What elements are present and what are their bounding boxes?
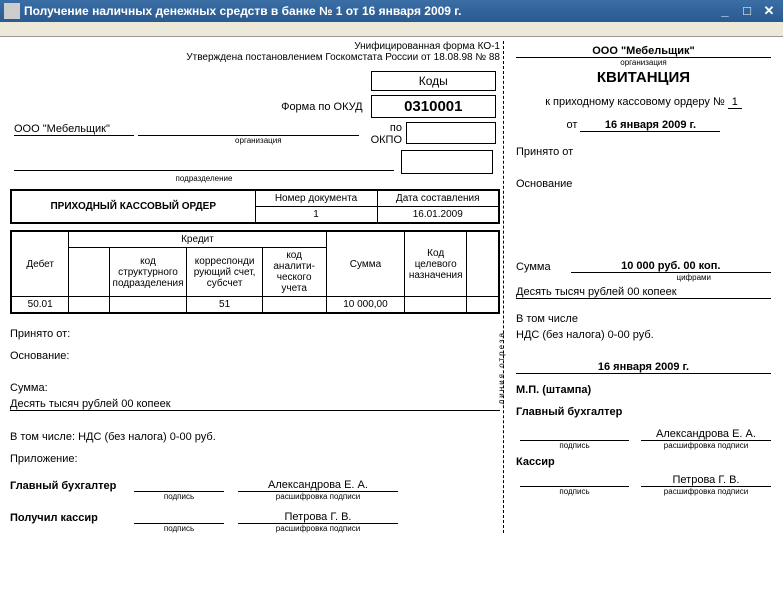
receipt: ООО "Мебельщик" организация КВИТАНЦИЯ к … xyxy=(508,41,771,533)
unified-form-line: Унифицированная форма КО-1 xyxy=(10,41,500,52)
date-label: Дата составления xyxy=(377,190,499,207)
maximize-button[interactable]: □ xyxy=(737,3,757,19)
receipt-basis-label: Основание xyxy=(516,178,771,190)
cell-anal xyxy=(262,297,326,314)
receipt-chief-acc: Главный бухгалтер xyxy=(516,406,771,418)
sum-label: Сумма: xyxy=(10,382,500,394)
dept-label: подразделение xyxy=(14,174,394,183)
approved-line: Утверждена постановлением Госкомстата Ро… xyxy=(10,52,500,63)
receipt-cashier: Кассир xyxy=(516,456,771,468)
received-from-label: Принято от: xyxy=(10,328,500,340)
org-name: ООО "Мебельщик" xyxy=(14,123,134,136)
receipt-org: ООО "Мебельщик" xyxy=(516,45,771,58)
chief-acc-label: Главный бухгалтер xyxy=(10,480,130,492)
receipt-order-num: 1 xyxy=(728,96,742,109)
col-credit: Кредит xyxy=(69,231,326,248)
receipt-title: КВИТАНЦИЯ xyxy=(516,69,771,86)
col-debit: Дебет xyxy=(11,231,69,297)
col-anal: код аналити- ческого учета xyxy=(262,248,326,297)
doc-date: 16.01.2009 xyxy=(377,207,499,224)
attach-label: Приложение: xyxy=(10,453,500,465)
accounting-table: Дебет Кредит Сумма Код целевого назначен… xyxy=(10,230,500,314)
order-form: Унифицированная форма КО-1 Утверждена по… xyxy=(10,41,500,533)
doc-num-label: Номер документа xyxy=(255,190,377,207)
receipt-chief-name: Александрова Е. А. xyxy=(641,428,771,441)
basis-label: Основание: xyxy=(10,350,500,362)
col-sum: Сумма xyxy=(326,231,405,297)
window-title: Получение наличных денежных средств в ба… xyxy=(24,4,461,18)
cashier-name: Петрова Г. В. xyxy=(238,511,398,524)
receipt-sum-value: 10 000 руб. 00 коп. xyxy=(571,260,771,273)
okud-value: 0310001 xyxy=(371,96,495,118)
col-blank xyxy=(467,231,499,297)
receipt-to-order: к приходному кассовому ордеру № xyxy=(545,96,725,108)
cell-sum: 10 000,00 xyxy=(326,297,405,314)
cut-line: линия отреза xyxy=(500,41,508,533)
minimize-button[interactable]: _ xyxy=(715,3,735,19)
dept-value xyxy=(14,160,394,171)
cell-corr: 51 xyxy=(187,297,262,314)
receipt-digits-label: цифрами xyxy=(516,273,771,282)
document-page: Унифицированная форма КО-1 Утверждена по… xyxy=(0,37,783,543)
receipt-incl-value: НДС (без налога) 0-00 руб. xyxy=(516,329,771,341)
okpo-label: по ОКПО xyxy=(371,122,406,146)
cell-debit: 50.01 xyxy=(11,297,69,314)
incl-label: В том числе: НДС (без налога) 0-00 руб. xyxy=(10,431,500,443)
col-purpose: Код целевого назначения xyxy=(405,231,467,297)
cut-label: линия отреза xyxy=(497,331,506,404)
receipt-org-label: организация xyxy=(516,58,771,67)
close-button[interactable]: ✕ xyxy=(759,3,779,19)
org-label: организация xyxy=(14,136,363,145)
okpo-value xyxy=(407,123,496,144)
receipt-sum-label: Сумма xyxy=(516,261,551,273)
receipt-date2: 16 января 2009 г. xyxy=(516,361,771,374)
receipt-incl-label: В том числе xyxy=(516,313,771,325)
app-icon xyxy=(4,3,20,19)
receipt-cashier-name: Петрова Г. В. xyxy=(641,474,771,487)
chief-acc-name: Александрова Е. А. xyxy=(238,479,398,492)
col-struct: код структурного подразделения xyxy=(109,248,187,297)
window: Получение наличных денежных средств в ба… xyxy=(0,0,783,543)
doc-num: 1 xyxy=(255,207,377,224)
receipt-sum-words: Десять тысяч рублей 00 копеек xyxy=(516,286,771,299)
col-corr: корреспонди рующий счет, субсчет xyxy=(187,248,262,297)
titlebar: Получение наличных денежных средств в ба… xyxy=(0,0,783,22)
okud-label: Форма по ОКУД xyxy=(10,93,367,120)
receipt-stamp: М.П. (штампа) xyxy=(516,384,771,396)
toolbar xyxy=(0,22,783,37)
cell-purpose xyxy=(405,297,467,314)
cell-struct xyxy=(109,297,187,314)
order-title: ПРИХОДНЫЙ КАССОВЫЙ ОРДЕР xyxy=(11,190,255,223)
cashier-label: Получил кассир xyxy=(10,512,130,524)
table-row: 50.01 51 10 000,00 xyxy=(11,297,499,314)
sum-words: Десять тысяч рублей 00 копеек xyxy=(10,398,500,411)
receipt-date: 16 января 2009 г. xyxy=(580,119,720,132)
receipt-received-label: Принято от xyxy=(516,146,771,158)
codes-header: Коды xyxy=(371,72,495,91)
receipt-date-label: от xyxy=(567,119,578,131)
